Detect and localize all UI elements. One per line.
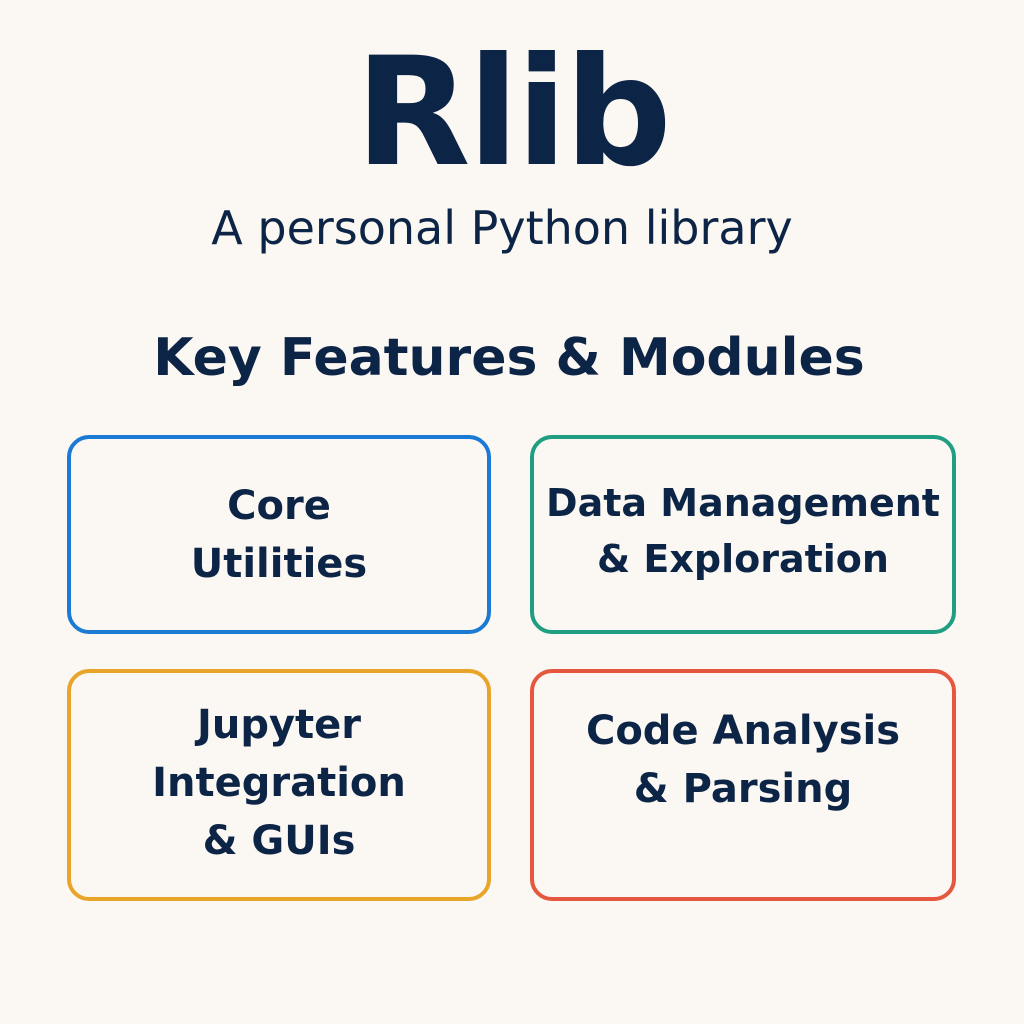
feature-card-core-utilities: Core Utilities bbox=[67, 435, 491, 634]
feature-card-code-analysis: Code Analysis & Parsing bbox=[530, 669, 956, 901]
feature-card-label: Jupyter Integration & GUIs bbox=[152, 702, 406, 864]
page-title: Rlib bbox=[355, 26, 672, 200]
feature-card-data-management: Data Management & Exploration bbox=[530, 435, 956, 634]
section-heading: Key Features & Modules bbox=[153, 328, 865, 388]
page-subtitle: A personal Python library bbox=[211, 201, 793, 255]
feature-card-label: Core Utilities bbox=[190, 482, 368, 587]
feature-card-label: Code Analysis & Parsing bbox=[585, 708, 901, 812]
feature-card-jupyter-integration: Jupyter Integration & GUIs bbox=[67, 669, 491, 901]
feature-card-label: Data Management & Exploration bbox=[546, 480, 940, 581]
